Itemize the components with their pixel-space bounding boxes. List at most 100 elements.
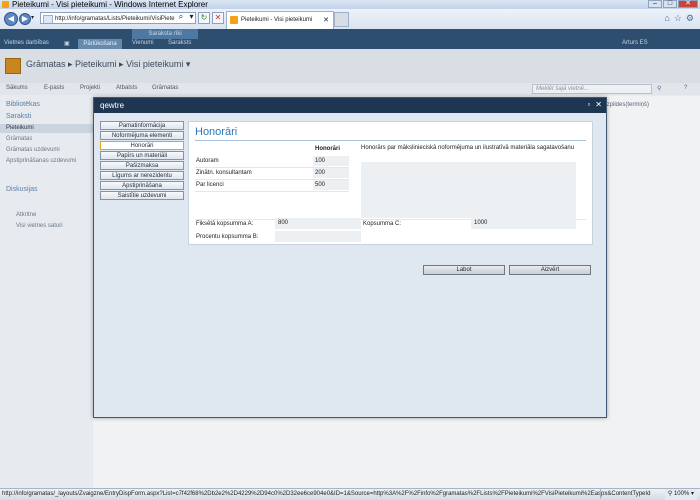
nav-fees[interactable]: Honorāri	[100, 141, 184, 150]
fee-label: Autoram	[196, 158, 219, 164]
dialog-body: Pamatinformācija Noformējuma elementi Ho…	[94, 113, 606, 417]
percent-total-value	[275, 231, 361, 242]
ql-lists[interactable]: Saraksti	[6, 113, 31, 120]
back-button[interactable]: ◀	[4, 12, 18, 26]
new-tab-button[interactable]	[334, 12, 349, 27]
address-text: http://info/gramatas/Lists/Pieteikumi/Vi…	[55, 16, 175, 22]
status-segment	[600, 489, 655, 499]
topnav-home[interactable]: Sākums	[6, 85, 28, 91]
compat-view-icon[interactable]: ↻	[198, 12, 210, 24]
close-window-button[interactable]: ✕	[678, 0, 698, 8]
percent-total-label: Procentu kopsumma B:	[196, 234, 259, 240]
fee-value: 200	[313, 168, 349, 178]
dialog-title: qewtre	[100, 101, 125, 110]
fee-row-consultant: Zinātn. konsultantam 200	[195, 168, 349, 180]
sharepoint-title-area: Grāmatas ▸ Pieteikumi ▸ Visi pieteikumi …	[0, 49, 700, 84]
status-url: http://info/gramatas/_layouts/Zvaigzne/E…	[2, 491, 651, 497]
sharepoint-ribbon: Saraksta rīki Vietnes darbības ▣ Pārlūko…	[0, 29, 700, 49]
help-icon[interactable]: ?	[684, 85, 687, 91]
browser-toolbar-icons: ⌂ ☆ ⚙	[664, 13, 694, 24]
dialog-controls: ▫ ✕	[587, 100, 602, 109]
fee-label: Zinātn. konsultantam	[196, 170, 252, 176]
site-actions-menu[interactable]: Vietnes darbības	[4, 40, 49, 46]
search-go-icon[interactable]: ⚲	[657, 85, 661, 92]
topnav-support[interactable]: Atbalsts	[116, 85, 137, 91]
page-icon	[43, 15, 53, 23]
nav-design-elements[interactable]: Noformējuma elementi	[100, 131, 184, 140]
window-titlebar: Pieteikumi - Visi pieteikumi - Windows I…	[0, 0, 700, 9]
zoom-control[interactable]: ⚲ 100% ▾	[664, 489, 697, 500]
maximize-dialog-icon[interactable]: ▫	[587, 100, 590, 109]
status-bar: http://info/gramatas/_layouts/Zvaigzne/E…	[0, 488, 700, 500]
dialog-header: qewtre	[94, 98, 606, 113]
fees-panel: Honorāri Honorāri Autoram 100 Zinātn. ko…	[188, 121, 593, 245]
fee-row-license: Par licenci 500	[195, 180, 349, 192]
nav-nonresident-contract[interactable]: Līgums ar nerezidentu	[100, 171, 184, 180]
address-dropdown-icon[interactable]: ▾	[187, 12, 196, 24]
maximize-button[interactable]: □	[663, 0, 677, 8]
zoom-level: 100%	[673, 491, 690, 497]
ql-item-approval-tasks[interactable]: Apstiprināšanas uzdevumi	[6, 158, 86, 164]
history-dropdown-icon[interactable]: ▾	[31, 14, 34, 21]
item-dialog: qewtre ▫ ✕ Pamatinformācija Noformējuma …	[93, 97, 607, 418]
nav-basic-info[interactable]: Pamatinformācija	[100, 121, 184, 130]
nav-cost[interactable]: Pašizmaksa	[100, 161, 184, 170]
ribbon-tab-browse[interactable]: Pārlūkošana	[78, 39, 122, 49]
site-logo-icon	[5, 58, 21, 74]
topnav-projects[interactable]: Projekti	[80, 85, 100, 91]
forward-button[interactable]: ▶	[19, 13, 31, 25]
edit-button[interactable]: Labot	[423, 265, 505, 275]
section-title: Honorāri	[195, 126, 238, 138]
topnav-email[interactable]: E-pasts	[44, 85, 64, 91]
stop-icon[interactable]: ✕	[212, 12, 224, 24]
close-button[interactable]: Aizvērt	[509, 265, 591, 275]
fee-row-author: Autoram 100	[195, 156, 349, 168]
user-menu[interactable]: Arturs ES	[622, 40, 648, 46]
section-divider	[195, 140, 586, 141]
total-c-label: Kopsumma C:	[363, 221, 402, 227]
close-dialog-icon[interactable]: ✕	[595, 100, 602, 109]
ql-recycle-bin[interactable]: Atkritne	[16, 212, 36, 218]
search-icon[interactable]: ⌕	[176, 12, 186, 24]
section-nav: Pamatinformācija Noformējuma elementi Ho…	[100, 121, 184, 201]
total-c-value: 1000	[471, 218, 576, 229]
tab-title: Pieteikumi - Visi pieteikumi	[241, 17, 313, 23]
site-search-input[interactable]: Meklēt šajā vietnē...	[532, 84, 652, 94]
tab-close-icon[interactable]: ✕	[323, 12, 329, 29]
description-label: Honorārs par mākslinieciskā noformējuma …	[361, 145, 575, 151]
ql-item-book-tasks[interactable]: Grāmatas uzdevumi	[6, 147, 60, 153]
ie-icon	[2, 1, 9, 8]
ribbon-context-group: Saraksta rīki	[132, 29, 198, 39]
fee-value: 500	[313, 180, 349, 190]
browser-tab[interactable]: Pieteikumi - Visi pieteikumi ✕	[226, 11, 334, 29]
ql-discussions[interactable]: Diskusijas	[6, 186, 38, 193]
ql-all-content[interactable]: Visi vietnes saturi	[16, 223, 63, 229]
topnav-books[interactable]: Grāmatas	[152, 85, 178, 91]
ribbon-tab-list[interactable]: Saraksts	[168, 40, 191, 46]
home-icon[interactable]: ⌂	[664, 13, 669, 24]
quick-launch: Bibliotēkas Saraksti Pieteikumi Grāmatas…	[0, 96, 93, 488]
list-column-header[interactable]: Izpildes(termiņš)	[605, 102, 649, 108]
tools-icon[interactable]: ⚙	[686, 13, 694, 24]
ribbon-tab-items[interactable]: Vienumi	[132, 40, 154, 46]
ql-libraries[interactable]: Bibliotēkas	[6, 101, 40, 108]
window-controls: – □ ✕	[648, 0, 698, 9]
ql-item-books[interactable]: Grāmatas	[6, 136, 32, 142]
nav-related-tasks[interactable]: Saistītie uzdevumi	[100, 191, 184, 200]
description-field	[361, 162, 576, 218]
minimize-button[interactable]: –	[648, 0, 662, 8]
window-title: Pieteikumi - Visi pieteikumi - Windows I…	[12, 0, 208, 9]
fixed-total-value: 800	[275, 218, 361, 229]
address-bar[interactable]: http://info/gramatas/Lists/Pieteikumi/Vi…	[40, 12, 196, 24]
breadcrumb[interactable]: Grāmatas ▸ Pieteikumi ▸ Visi pieteikumi …	[26, 59, 190, 70]
fee-label: Par licenci	[196, 182, 224, 188]
nav-approval[interactable]: Apstiprināšana	[100, 181, 184, 190]
fee-column-header: Honorāri	[315, 146, 341, 152]
tab-favicon	[230, 16, 238, 24]
navigate-up-icon[interactable]: ▣	[64, 40, 70, 47]
ql-item-requests[interactable]: Pieteikumi	[6, 125, 34, 131]
favorites-icon[interactable]: ☆	[674, 13, 682, 24]
fixed-total-label: Fiksētā kopsumma A:	[196, 221, 254, 227]
fee-value: 100	[313, 156, 349, 166]
nav-paper-materials[interactable]: Papīrs un materiāli	[100, 151, 184, 160]
